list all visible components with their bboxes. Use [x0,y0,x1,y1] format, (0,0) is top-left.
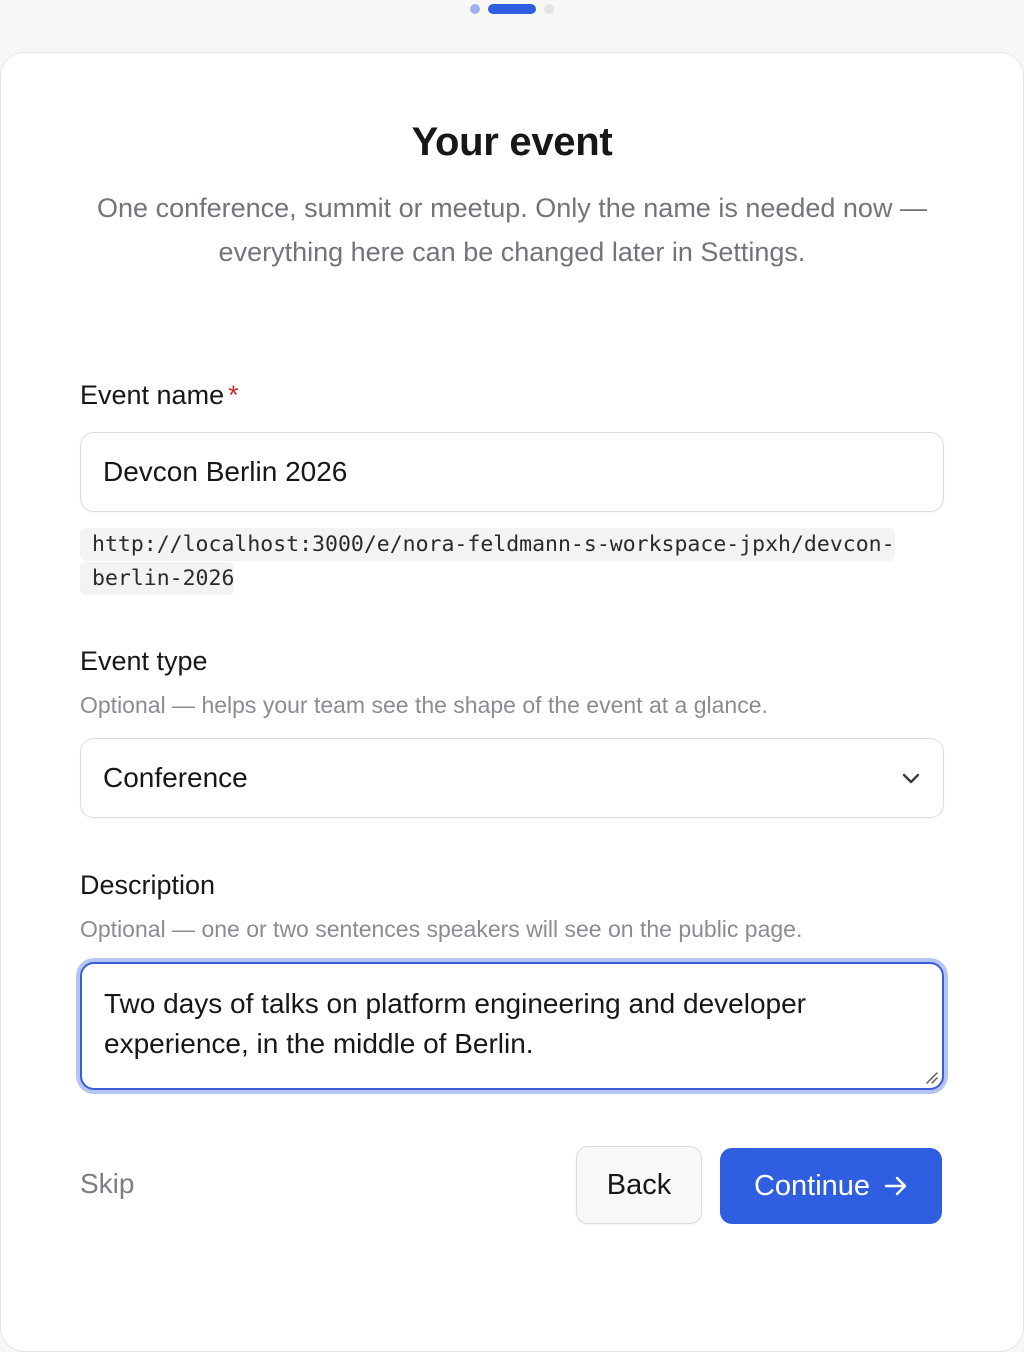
description-textarea[interactable]: Two days of talks on platform engineerin… [80,962,944,1090]
arrow-right-icon [884,1176,907,1196]
page-subtitle: One conference, summit or meetup. Only t… [97,193,927,267]
step-indicator-2 [488,4,536,14]
chevron-down-icon [901,768,921,788]
required-marker: * [228,380,239,410]
skip-link[interactable]: Skip [80,1168,134,1200]
progress-stepper [0,2,1024,16]
event-name-value: Devcon Berlin 2026 [103,456,348,487]
continue-button[interactable]: Continue [720,1148,942,1224]
description-label: Description [80,870,216,900]
description-hint: Optional — one or two sentences speakers… [80,916,803,942]
back-button[interactable]: Back [576,1146,702,1224]
event-type-label: Event type [80,646,208,676]
event-url-text: http://localhost:3000/e/nora-feldmann-s-… [80,528,895,595]
event-type-select[interactable]: Conference [80,738,944,818]
event-name-label: Event name * [80,380,239,411]
page-title: Your event [411,120,613,164]
event-type-hint: Optional — helps your team see the shape… [80,692,768,718]
event-name-label-text: Event name [80,380,225,410]
event-type-selected-value: Conference [103,762,248,793]
event-url-preview: http://localhost:3000/e/nora-feldmann-s-… [80,528,920,596]
description-value: Two days of talks on platform engineerin… [104,988,806,1059]
resize-handle-icon[interactable] [922,1068,938,1084]
back-button-label: Back [606,1168,672,1201]
continue-button-label: Continue [753,1169,871,1202]
step-indicator-1 [470,4,480,14]
event-name-input[interactable]: Devcon Berlin 2026 [80,432,944,512]
step-indicator-3 [544,4,554,14]
